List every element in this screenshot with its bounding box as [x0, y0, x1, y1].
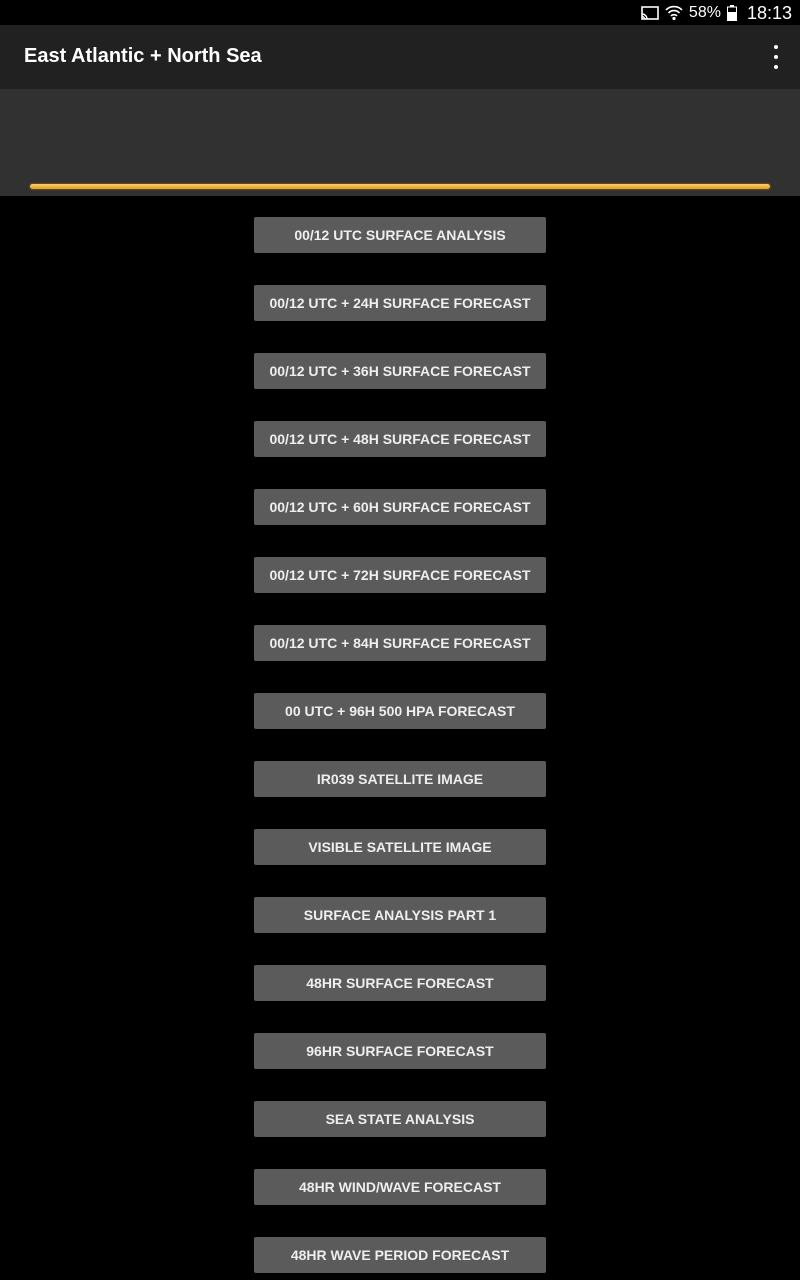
chart-button[interactable]: 00/12 UTC SURFACE ANALYSIS	[254, 217, 546, 253]
battery-percent: 58%	[688, 4, 721, 21]
clock: 18:13	[746, 2, 792, 23]
banner-area	[0, 89, 800, 196]
chart-button[interactable]: 00/12 UTC + 60H SURFACE FORECAST	[254, 489, 546, 525]
chart-button[interactable]: 48HR WIND/WAVE FORECAST	[254, 1169, 546, 1205]
battery-icon	[726, 5, 737, 21]
chart-button[interactable]: SEA STATE ANALYSIS	[254, 1101, 546, 1137]
cast-icon	[641, 6, 659, 20]
chart-button[interactable]: 00 UTC + 96H 500 HPA FORECAST	[254, 693, 546, 729]
chart-button[interactable]: 00/12 UTC + 84H SURFACE FORECAST	[254, 625, 546, 661]
chart-button[interactable]: IR039 SATELLITE IMAGE	[254, 761, 546, 797]
chart-button[interactable]: 48HR WAVE PERIOD FORECAST	[254, 1237, 546, 1273]
chart-button[interactable]: SURFACE ANALYSIS PART 1	[254, 897, 546, 933]
more-vert-icon[interactable]	[768, 45, 784, 69]
chart-button[interactable]: 00/12 UTC + 36H SURFACE FORECAST	[254, 353, 546, 389]
chart-button[interactable]: VISIBLE SATELLITE IMAGE	[254, 829, 546, 865]
app-bar: East Atlantic + North Sea	[0, 25, 800, 89]
chart-button[interactable]: 00/12 UTC + 48H SURFACE FORECAST	[254, 421, 546, 457]
wifi-icon	[665, 5, 683, 21]
chart-button[interactable]: 48HR SURFACE FORECAST	[254, 965, 546, 1001]
chart-button[interactable]: 00/12 UTC + 24H SURFACE FORECAST	[254, 285, 546, 321]
status-bar: 58% 18:13	[0, 0, 800, 25]
progress-bar	[30, 184, 770, 189]
chart-button[interactable]: 96HR SURFACE FORECAST	[254, 1033, 546, 1069]
chart-button[interactable]: 00/12 UTC + 72H SURFACE FORECAST	[254, 557, 546, 593]
page-title: East Atlantic + North Sea	[24, 45, 262, 67]
